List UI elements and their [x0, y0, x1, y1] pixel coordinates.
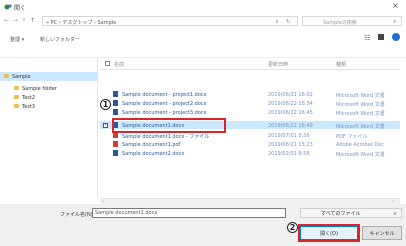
filename-input[interactable]: Sample document1.docx: [92, 208, 286, 218]
file-date: 2019/06/21 15:23: [268, 141, 313, 148]
toolbar: 整理 ▾ 新しいフォルダー ☷: [0, 28, 406, 58]
column-type[interactable]: 種類: [336, 61, 346, 68]
file-name: Sample document1.pdf: [122, 141, 181, 148]
filetype-select[interactable]: すべてのファイル ∨: [300, 208, 402, 218]
sidebar-item-test2[interactable]: Test2: [0, 93, 98, 102]
folder-icon: [4, 74, 9, 78]
file-date: 2019/06/22 16:49: [268, 122, 313, 129]
organize-button[interactable]: 整理 ▾: [10, 36, 24, 43]
column-name[interactable]: 名前: [114, 61, 124, 68]
search-icon: ⌕: [393, 18, 397, 25]
refresh-icon[interactable]: ↻: [286, 19, 290, 25]
file-type: PDF ファイル: [336, 133, 368, 140]
filename-value: Sample document1.docx: [95, 210, 158, 216]
folder-icon: [14, 86, 19, 90]
file-date: 2019/06/22 16:34: [268, 100, 313, 107]
file-row[interactable]: Sample document2.docx 2019/02/01 8:58 Mi…: [100, 149, 400, 158]
sidebar-item-sample-folder[interactable]: Sample folder: [0, 84, 98, 93]
file-name: Sample document - project2.docx: [122, 100, 207, 107]
back-arrow-icon[interactable]: ←: [4, 17, 9, 24]
address-bar[interactable]: « PC › デスクトップ › Sample ∨ ↻: [42, 16, 298, 26]
file-date: 2019/07/01 8:56: [268, 132, 310, 139]
annotation-marker-1: 1: [100, 99, 111, 110]
file-name: Sample document2.docx: [122, 150, 185, 157]
word-icon: [113, 100, 118, 106]
file-date: 2019/06/21 16:02: [268, 91, 313, 98]
sidebar-item-label: Sample folder: [22, 85, 57, 92]
file-row[interactable]: Sample document - project2.docx 2019/06/…: [100, 99, 400, 108]
view-options-icon[interactable]: ☷: [364, 34, 370, 42]
close-button[interactable]: ×: [392, 1, 399, 10]
filetype-value: すべてのファイル: [321, 211, 361, 217]
file-type: Microsoft Word 文書: [336, 110, 385, 117]
row-checkbox[interactable]: ✓: [103, 122, 108, 128]
recent-dropdown-icon[interactable]: ∨: [22, 17, 26, 23]
title-bar: 開く ×: [0, 0, 406, 14]
file-name: Sample document1.docx - ファイル: [122, 133, 210, 140]
folder-icon: [14, 95, 19, 99]
forward-arrow-icon[interactable]: →: [13, 17, 18, 24]
file-name: Sample document - project1.docx: [122, 91, 207, 98]
window-title: 開く: [14, 5, 27, 12]
file-date: 2019/06/22 16:45: [268, 109, 313, 116]
column-date[interactable]: 更新日時: [268, 61, 288, 68]
select-all-checkbox[interactable]: [105, 61, 110, 66]
search-placeholder: Sampleの検索: [323, 19, 357, 26]
word-icon: [113, 91, 118, 97]
navigation-pane: Sample Sample folder Test2 Test3: [0, 58, 98, 198]
app-icon: [4, 3, 12, 11]
file-type: Microsoft Word 文書: [336, 92, 385, 99]
sidebar-item-label: Test3: [22, 103, 36, 110]
file-type: Adobe Acrobat Doc: [336, 141, 384, 148]
filename-label: ファイル名(N):: [60, 212, 95, 218]
search-input[interactable]: Sampleの検索 ⌕: [302, 16, 402, 26]
sidebar-item-label: Test2: [22, 94, 36, 101]
file-name: Sample document - project3.docx: [122, 109, 207, 116]
chevron-down-icon[interactable]: ∨: [275, 19, 279, 25]
annotation-highlight-file: [112, 118, 226, 133]
file-type: Microsoft Word 文書: [336, 123, 385, 130]
help-icon[interactable]: [392, 33, 400, 41]
pdf-icon: [113, 141, 118, 147]
folder-path: « PC › デスクトップ › Sample: [46, 19, 117, 26]
annotation-highlight-open: [298, 224, 360, 242]
word-icon: [113, 109, 118, 115]
preview-pane-icon[interactable]: [378, 34, 384, 40]
word-icon: [113, 150, 118, 156]
file-row[interactable]: Sample document1.pdf 2019/06/21 15:23 Ad…: [100, 140, 400, 148]
file-type: Microsoft Word 文書: [336, 151, 385, 158]
up-arrow-icon[interactable]: ↑: [30, 17, 35, 24]
new-folder-button[interactable]: 新しいフォルダー: [40, 36, 80, 43]
sidebar-item-label: Sample: [12, 73, 31, 80]
sidebar-item-test3[interactable]: Test3: [0, 102, 98, 111]
annotation-marker-2: 2: [287, 222, 298, 233]
file-row[interactable]: Sample document - project1.docx 2019/06/…: [100, 90, 400, 99]
folder-icon: [14, 104, 19, 108]
file-date: 2019/02/01 8:58: [268, 150, 310, 157]
sidebar-item-sample[interactable]: Sample: [0, 72, 98, 81]
file-list-header: 名前 更新日時 種類: [100, 58, 400, 70]
cancel-button[interactable]: キャンセル: [362, 226, 402, 240]
file-row[interactable]: Sample document - project3.docx 2019/06/…: [100, 108, 400, 117]
file-type: Microsoft Word 文書: [336, 101, 385, 108]
chevron-down-icon[interactable]: ∨: [393, 211, 397, 217]
